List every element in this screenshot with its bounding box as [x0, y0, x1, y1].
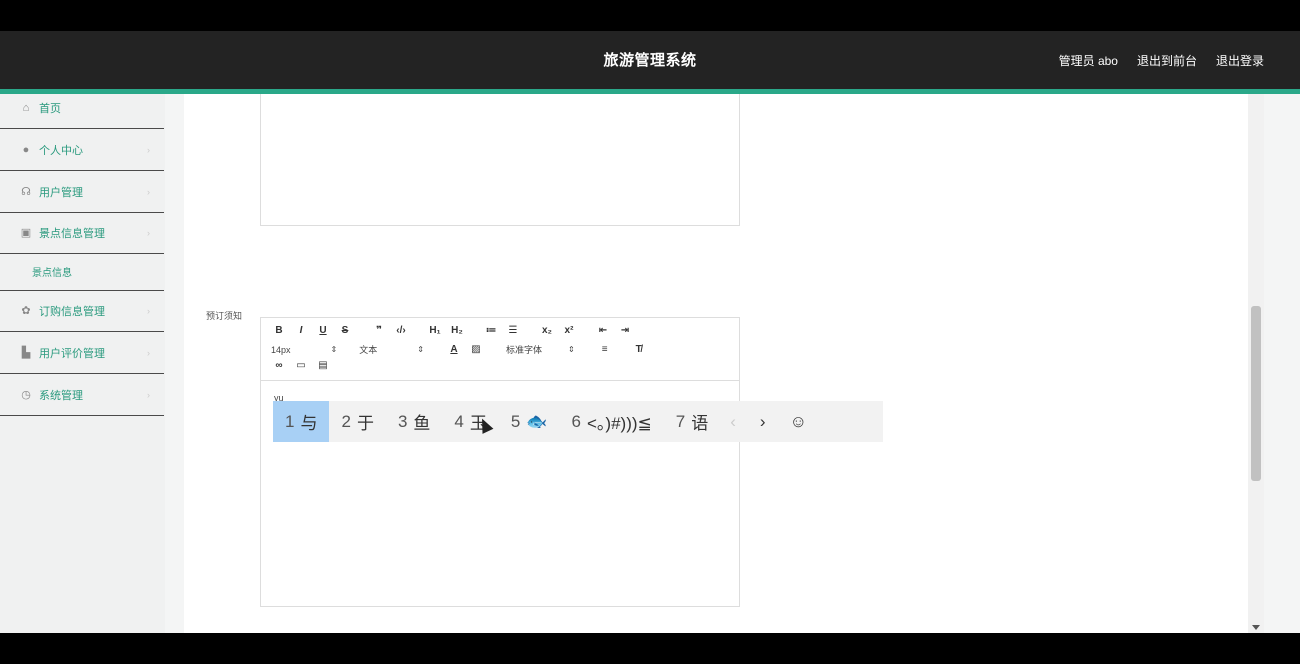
sidebar-item-attractions[interactable]: ▣ 景点信息管理 › [0, 212, 164, 254]
users-icon: ☊ [21, 185, 31, 198]
font-size-select[interactable]: 14px ⇕ [271, 345, 337, 355]
ime-candidate[interactable]: 6 <。)#)))≦ [560, 401, 664, 442]
top-links: 管理员 abo 退出到前台 退出登录 [1059, 52, 1264, 69]
settings-icon: ◷ [21, 388, 31, 401]
sidebar-item-reviews[interactable]: ▙ 用户评价管理 › [0, 332, 164, 374]
code-button[interactable]: ‹/› [393, 325, 409, 336]
top-bar: 旅游管理系统 管理员 abo 退出到前台 退出登录 [0, 31, 1300, 94]
chart-icon: ▙ [21, 346, 31, 359]
emoji-icon[interactable]: ☺ [790, 412, 807, 432]
scrollbar-thumb[interactable] [1251, 306, 1261, 481]
scrollbar[interactable] [1248, 94, 1264, 633]
h2-button[interactable]: H₂ [449, 325, 465, 336]
content-area: ⌂ 首页 ● 个人中心 › ☊ 用户管理 › ▣ 景点信息管理 › 景点信息 ✿… [0, 94, 1300, 633]
align-button[interactable]: ≡ [597, 344, 613, 355]
logout-link[interactable]: 退出登录 [1216, 52, 1264, 69]
video-icon[interactable]: ▤ [315, 360, 331, 371]
font-family-select[interactable]: 标准字体 ⇕ [506, 343, 575, 356]
home-icon: ⌂ [22, 101, 30, 114]
ime-candidate[interactable]: 1与 [273, 401, 330, 442]
outdent-button[interactable]: ⇤ [595, 325, 611, 336]
main-panel: 预订须知 B I U S ❞ ‹/› H₁ H₂ ≔ ☰ x₂ x² ⇤ ⇥ 1… [184, 94, 1264, 633]
text-type-select[interactable]: 文本 ⇕ [359, 343, 424, 356]
sidebar-item-users[interactable]: ☊ 用户管理 › [0, 171, 164, 213]
clear-format-button[interactable]: T̸ [631, 344, 647, 355]
strike-button[interactable]: S [337, 325, 353, 336]
ime-candidate-bar: 1与 2于 3鱼 4玉 5 🐟 6 <。)#)))≦ 7语 ‹ › ☺ [273, 401, 883, 442]
sidebar-item-label: 用户管理 [39, 186, 83, 199]
sidebar-subitem-attraction-info[interactable]: 景点信息 [32, 264, 72, 279]
ordered-list-button[interactable]: ≔ [483, 325, 499, 336]
gear-icon: ✿ [21, 305, 31, 317]
rich-text-editor[interactable]: B I U S ❞ ‹/› H₁ H₂ ≔ ☰ x₂ x² ⇤ ⇥ 14px⇕ [260, 317, 740, 607]
sidebar-item-label: 景点信息管理 [39, 227, 105, 240]
select-arrow-icon: ⇕ [567, 345, 575, 354]
sidebar-item-label: 系统管理 [39, 389, 83, 402]
ime-candidate[interactable]: 2于 [329, 401, 385, 442]
bold-button[interactable]: B [271, 325, 287, 336]
h1-button[interactable]: H₁ [427, 325, 443, 336]
admin-user-link[interactable]: 管理员 abo [1059, 52, 1118, 69]
editor-toolbar-row-2: 14px ⇕ 文本 ⇕ A ▨ 标准字体 ⇕ ≡ T̸ [271, 343, 653, 356]
chevron-icon: › [147, 227, 150, 238]
chevron-icon: › [147, 389, 150, 400]
subscript-button[interactable]: x₂ [539, 325, 555, 336]
select-arrow-icon: ⇕ [330, 345, 338, 354]
underline-button[interactable]: U [315, 325, 331, 336]
image-icon[interactable]: ▭ [293, 360, 309, 371]
toolbar-divider [261, 380, 739, 381]
ime-prev-icon[interactable]: ‹ [730, 412, 736, 432]
ime-navigation: ‹ › ☺ [730, 412, 807, 432]
select-arrow-icon: ⇕ [417, 345, 424, 354]
sidebar-item-label: 用户评价管理 [39, 347, 105, 360]
ime-next-icon[interactable]: › [760, 412, 766, 432]
sidebar-item-orders[interactable]: ✿ 订购信息管理 › [0, 290, 164, 332]
chevron-icon: › [147, 144, 150, 155]
ime-candidate[interactable]: 5 🐟 [499, 401, 560, 442]
font-color-button[interactable]: A [446, 344, 462, 355]
chevron-icon: › [147, 306, 150, 316]
sidebar-item-label: 个人中心 [39, 144, 83, 157]
background-color-button[interactable]: ▨ [468, 344, 484, 355]
quote-button[interactable]: ❞ [371, 325, 387, 336]
scroll-down-icon[interactable] [1252, 625, 1260, 630]
field-label-booking-notes: 预订须知 [206, 311, 243, 321]
editor-toolbar-row-1: B I U S ❞ ‹/› H₁ H₂ ≔ ☰ x₂ x² ⇤ ⇥ [271, 325, 639, 336]
indent-button[interactable]: ⇥ [617, 325, 633, 336]
sidebar-item-home[interactable]: ⌂ 首页 [0, 94, 164, 129]
chevron-icon: › [147, 186, 150, 197]
box-icon: ▣ [20, 226, 32, 239]
sidebar-item-system[interactable]: ◷ 系统管理 › [0, 374, 164, 416]
previous-editor-body[interactable] [260, 94, 740, 226]
sidebar-item-profile[interactable]: ● 个人中心 › [0, 129, 164, 171]
exit-to-frontend-link[interactable]: 退出到前台 [1137, 52, 1197, 69]
link-icon[interactable]: ∞ [271, 360, 287, 371]
app-window: 旅游管理系统 管理员 abo 退出到前台 退出登录 ⌂ 首页 ● 个人中心 › … [0, 0, 1300, 664]
bullet-list-button[interactable]: ☰ [505, 325, 521, 336]
italic-button[interactable]: I [293, 325, 309, 336]
ime-candidate[interactable]: 3鱼 [386, 401, 442, 442]
superscript-button[interactable]: x² [561, 325, 577, 336]
sidebar: ⌂ 首页 ● 个人中心 › ☊ 用户管理 › ▣ 景点信息管理 › 景点信息 ✿… [0, 94, 165, 633]
editor-toolbar-row-3: ∞ ▭ ▤ [271, 360, 337, 371]
ime-candidate[interactable]: 7语 [664, 401, 720, 442]
chevron-icon: › [147, 347, 150, 358]
sidebar-item-label: 订购信息管理 [39, 306, 105, 318]
user-icon: ● [22, 143, 30, 156]
sidebar-item-label: 首页 [39, 102, 61, 115]
